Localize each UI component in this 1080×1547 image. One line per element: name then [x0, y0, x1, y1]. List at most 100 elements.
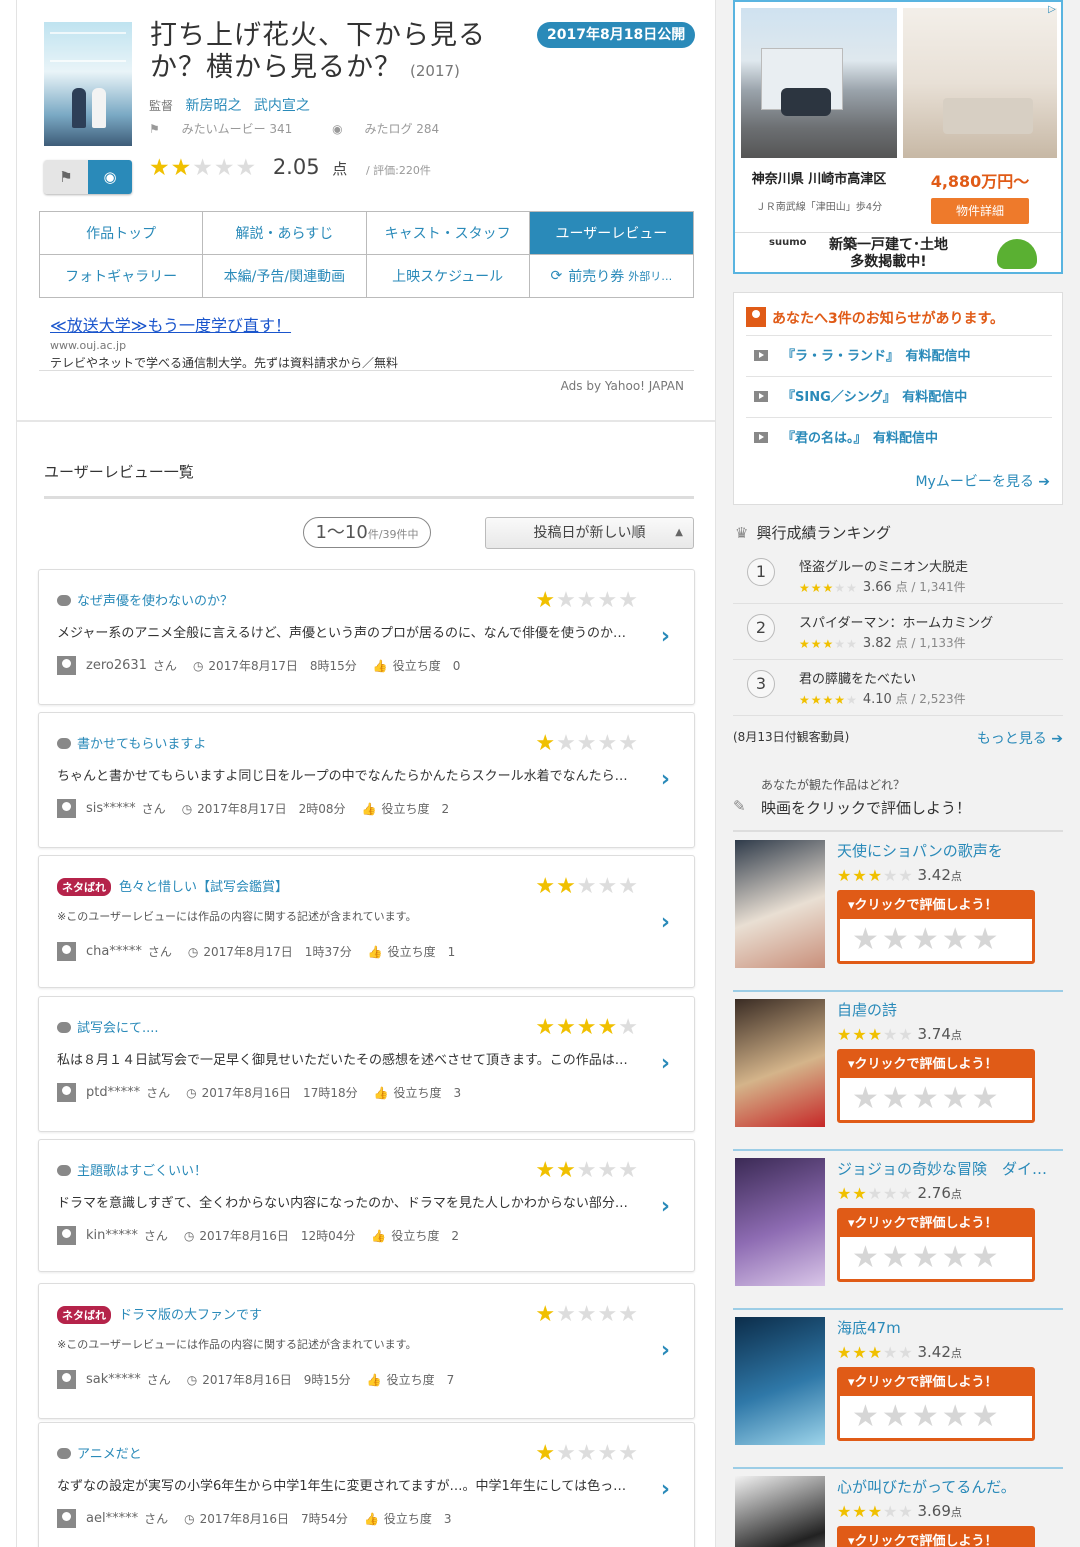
review-title[interactable]: 試写会にて.... — [57, 1017, 159, 1036]
movie-title-link[interactable]: 天使にショパンの歌声を — [837, 840, 1057, 861]
review-card[interactable]: なぜ声優を使わないのか？ ★ ★ ★ ★ ★ メジャー系のアニメ全般に言えるけど、声優という… — [38, 569, 695, 705]
review-stars: ★ ★ ★ ★ ★ — [535, 876, 638, 898]
review-title[interactable]: ネタばれ ドラマ版の大ファンです — [57, 1304, 262, 1324]
chevron-right-icon[interactable]: › — [661, 1051, 670, 1076]
tab-photo-gallery[interactable]: フォトギャラリー — [40, 254, 204, 297]
tab-synopsis[interactable]: 解説・あらすじ — [203, 212, 367, 255]
review-username[interactable]: ael***** — [86, 1511, 138, 1526]
review-stars: ★ ★ ★ ★ ★ — [535, 1304, 638, 1326]
movie-poster-thumb[interactable] — [735, 1476, 825, 1547]
director-link[interactable]: 武内宣之 — [254, 98, 310, 114]
sort-select[interactable]: 投稿日が新しい順 ▲ — [485, 517, 694, 549]
ranking-title[interactable]: 君の膵臓をたべたい — [799, 668, 916, 687]
review-username[interactable]: sak***** — [86, 1372, 141, 1387]
suumo-banner[interactable]: suumo 新築一戸建て･土地 多数掲載中! — [735, 232, 1061, 272]
movie-poster-thumb[interactable] — [735, 1317, 825, 1445]
star-icon: ★ — [898, 1342, 913, 1362]
rate-star-input[interactable]: ★ ★ ★ ★ ★ — [852, 1402, 1001, 1432]
spoiler-badge: ネタばれ — [57, 878, 111, 896]
adchoices-icon[interactable]: ▷ — [1045, 4, 1059, 18]
review-card[interactable]: ネタばれ ドラマ版の大ファンです ★ ★ ★ ★ ★ ※このユーザーレビューには作品の内容に関… — [38, 1283, 695, 1419]
ranking-more-link[interactable]: もっと見る ➔ — [977, 728, 1063, 748]
review-title[interactable]: 書かせてもらいますよ — [57, 733, 206, 752]
tab-tickets[interactable]: ⟳ 前売り券 外部リ… — [530, 255, 693, 298]
review-card[interactable]: 試写会にて.... ★ ★ ★ ★ ★ 私は８月１４日試写会で一足早く御見せいただいたその感… — [38, 996, 695, 1132]
ranking-item[interactable]: 1 怪盗グルーのミニオン大脱走 ★ ★ ★ ★ ★ 3.66 点 / 1,341件 — [733, 548, 1063, 604]
star-icon: ★ — [810, 580, 822, 595]
rate-star-input[interactable]: ★ ★ ★ ★ ★ — [852, 1243, 1001, 1273]
review-card[interactable]: 書かせてもらいますよ ★ ★ ★ ★ ★ ちゃんと書かせてもらいますよ同じ日をループの中でな… — [38, 712, 695, 848]
rate-star-input[interactable]: ★ ★ ★ ★ ★ — [852, 1084, 1001, 1114]
chevron-right-icon[interactable]: › — [661, 624, 670, 649]
star-icon: ★ — [535, 874, 556, 899]
review-title[interactable]: ネタばれ 色々と惜しい【試写会鑑賞】 — [57, 876, 288, 896]
movie-title-link[interactable]: 自虐の詩 — [837, 999, 1057, 1020]
review-date: 2017年8月16日 17時18分 — [201, 1086, 358, 1100]
ranking-title[interactable]: 怪盗グルーのミニオン大脱走 — [799, 556, 968, 575]
chevron-right-icon[interactable]: › — [661, 1338, 670, 1363]
review-username[interactable]: kin***** — [86, 1228, 138, 1243]
tab-schedule[interactable]: 上映スケジュール — [367, 254, 530, 297]
review-title[interactable]: 主題歌はすごくいい！ — [57, 1160, 207, 1179]
play-icon — [754, 391, 768, 402]
ranking-stars: ★ ★ ★ ★ ★ — [799, 582, 857, 594]
ranking-item[interactable]: 3 君の膵臓をたべたい ★ ★ ★ ★ ★ 4.10 点 / 2,523件 — [733, 660, 1063, 716]
review-meta: sak***** さん ◷ 2017年8月16日 9時15分 👍 役立ち度 7 — [57, 1370, 454, 1389]
ranking-item[interactable]: 2 スパイダーマン：ホームカミング ★ ★ ★ ★ ★ 3.82 点 / 1,133件 — [733, 604, 1063, 660]
tab-cast-staff[interactable]: キャスト・スタッフ — [366, 212, 530, 255]
house-photo[interactable] — [741, 8, 897, 158]
watched-button[interactable]: ◉ — [88, 160, 132, 194]
my-movie-link[interactable]: Myムービーを見る ➔ — [915, 471, 1050, 491]
rate-star-input[interactable]: ★ ★ ★ ★ ★ — [852, 925, 1001, 955]
notification-item[interactable]: 『ラ・ラ・ランド』 有料配信中 — [746, 335, 1052, 376]
interior-photo[interactable] — [903, 8, 1057, 158]
play-icon — [754, 350, 768, 361]
movie-poster[interactable] — [44, 22, 132, 146]
ad-attribution[interactable]: Ads by Yahoo! JAPAN — [39, 370, 694, 393]
comment-icon — [57, 738, 71, 749]
want-button[interactable]: ⚑ — [44, 160, 88, 194]
review-card[interactable]: ネタばれ 色々と惜しい【試写会鑑賞】 ★ ★ ★ ★ ★ ※このユーザーレビューには作品の内容… — [38, 855, 695, 988]
movie-poster-thumb[interactable] — [735, 999, 825, 1127]
ad-title-link[interactable]: ≪放送大学≫もう一度学び直す！ — [50, 312, 695, 336]
rate-movie-item: ジョジョの奇妙な冒険 ダイ… ★ ★ ★ ★ ★ 2.76点 ▾クリックで評価しよう！ ★ ★ ★… — [733, 1152, 1063, 1310]
movie-poster-thumb[interactable] — [735, 1158, 825, 1286]
star-icon: ★ — [834, 636, 846, 651]
notification-item[interactable]: 『SING／シング』 有料配信中 — [746, 376, 1052, 417]
real-estate-ad[interactable]: 神奈川県 川崎市高津区 ＪＲ南武線「津田山」歩4分 4,880万円〜 物件詳細 … — [733, 0, 1063, 274]
review-username[interactable]: ptd***** — [86, 1085, 140, 1100]
chevron-right-icon[interactable]: › — [661, 910, 670, 935]
chevron-right-icon[interactable]: › — [661, 1477, 670, 1502]
star-icon: ★ — [556, 1158, 576, 1183]
review-card[interactable]: 主題歌はすごくいい！ ★ ★ ★ ★ ★ ドラマを意識しすぎて、全くわからない内容になったの… — [38, 1139, 695, 1272]
director-link[interactable]: 新房昭之 — [185, 98, 241, 114]
movie-score: ★ ★ ★ ★ ★ 3.69点 — [837, 1501, 962, 1521]
movie-title-link[interactable]: ジョジョの奇妙な冒険 ダイ… — [837, 1158, 1057, 1179]
chevron-right-icon[interactable]: › — [661, 767, 670, 792]
rate-label: ▾クリックで評価しよう！ — [840, 1211, 1032, 1237]
review-stars: ★ ★ ★ ★ ★ — [535, 590, 638, 612]
helpful-count: 役立ち度 7 — [386, 1373, 455, 1387]
tab-user-reviews[interactable]: ユーザーレビュー — [529, 212, 693, 255]
review-username[interactable]: cha***** — [86, 944, 142, 959]
chevron-right-icon[interactable]: › — [661, 1194, 670, 1219]
movie-title-link[interactable]: 心が叫びたがってるんだ。 — [837, 1476, 1057, 1497]
tab-top[interactable]: 作品トップ — [40, 212, 204, 255]
notification-item[interactable]: 『君の名は。』 有料配信中 — [746, 417, 1052, 458]
review-title[interactable]: アニメだと — [57, 1443, 142, 1462]
movie-title-link[interactable]: 海底47m — [837, 1317, 1057, 1338]
tab-videos[interactable]: 本編/予告/関連動画 — [203, 254, 367, 297]
helpful-count: 役立ち度 2 — [381, 802, 450, 816]
ranking-title[interactable]: スパイダーマン：ホームカミング — [799, 612, 993, 631]
review-username[interactable]: zero2631 — [86, 658, 147, 673]
star-icon: ★ — [852, 1501, 867, 1521]
review-username[interactable]: sis***** — [86, 801, 136, 816]
review-card[interactable]: アニメだと ★ ★ ★ ★ ★ なずなの設定が実写の小学6年生から中学1年生に変更されてます… — [38, 1422, 695, 1547]
property-detail-button[interactable]: 物件詳細 — [931, 198, 1029, 224]
movie-poster-thumb[interactable] — [735, 840, 825, 968]
text-ad: ≪放送大学≫もう一度学び直す！ www.ouj.ac.jp テレビやネットで学べ… — [50, 312, 695, 371]
helpful-count: 役立ち度 0 — [392, 659, 461, 673]
director-label: 監督 — [149, 99, 174, 113]
review-title[interactable]: なぜ声優を使わないのか？ — [57, 590, 233, 609]
movie-score: ★ ★ ★ ★ ★ 3.42点 — [837, 865, 962, 885]
